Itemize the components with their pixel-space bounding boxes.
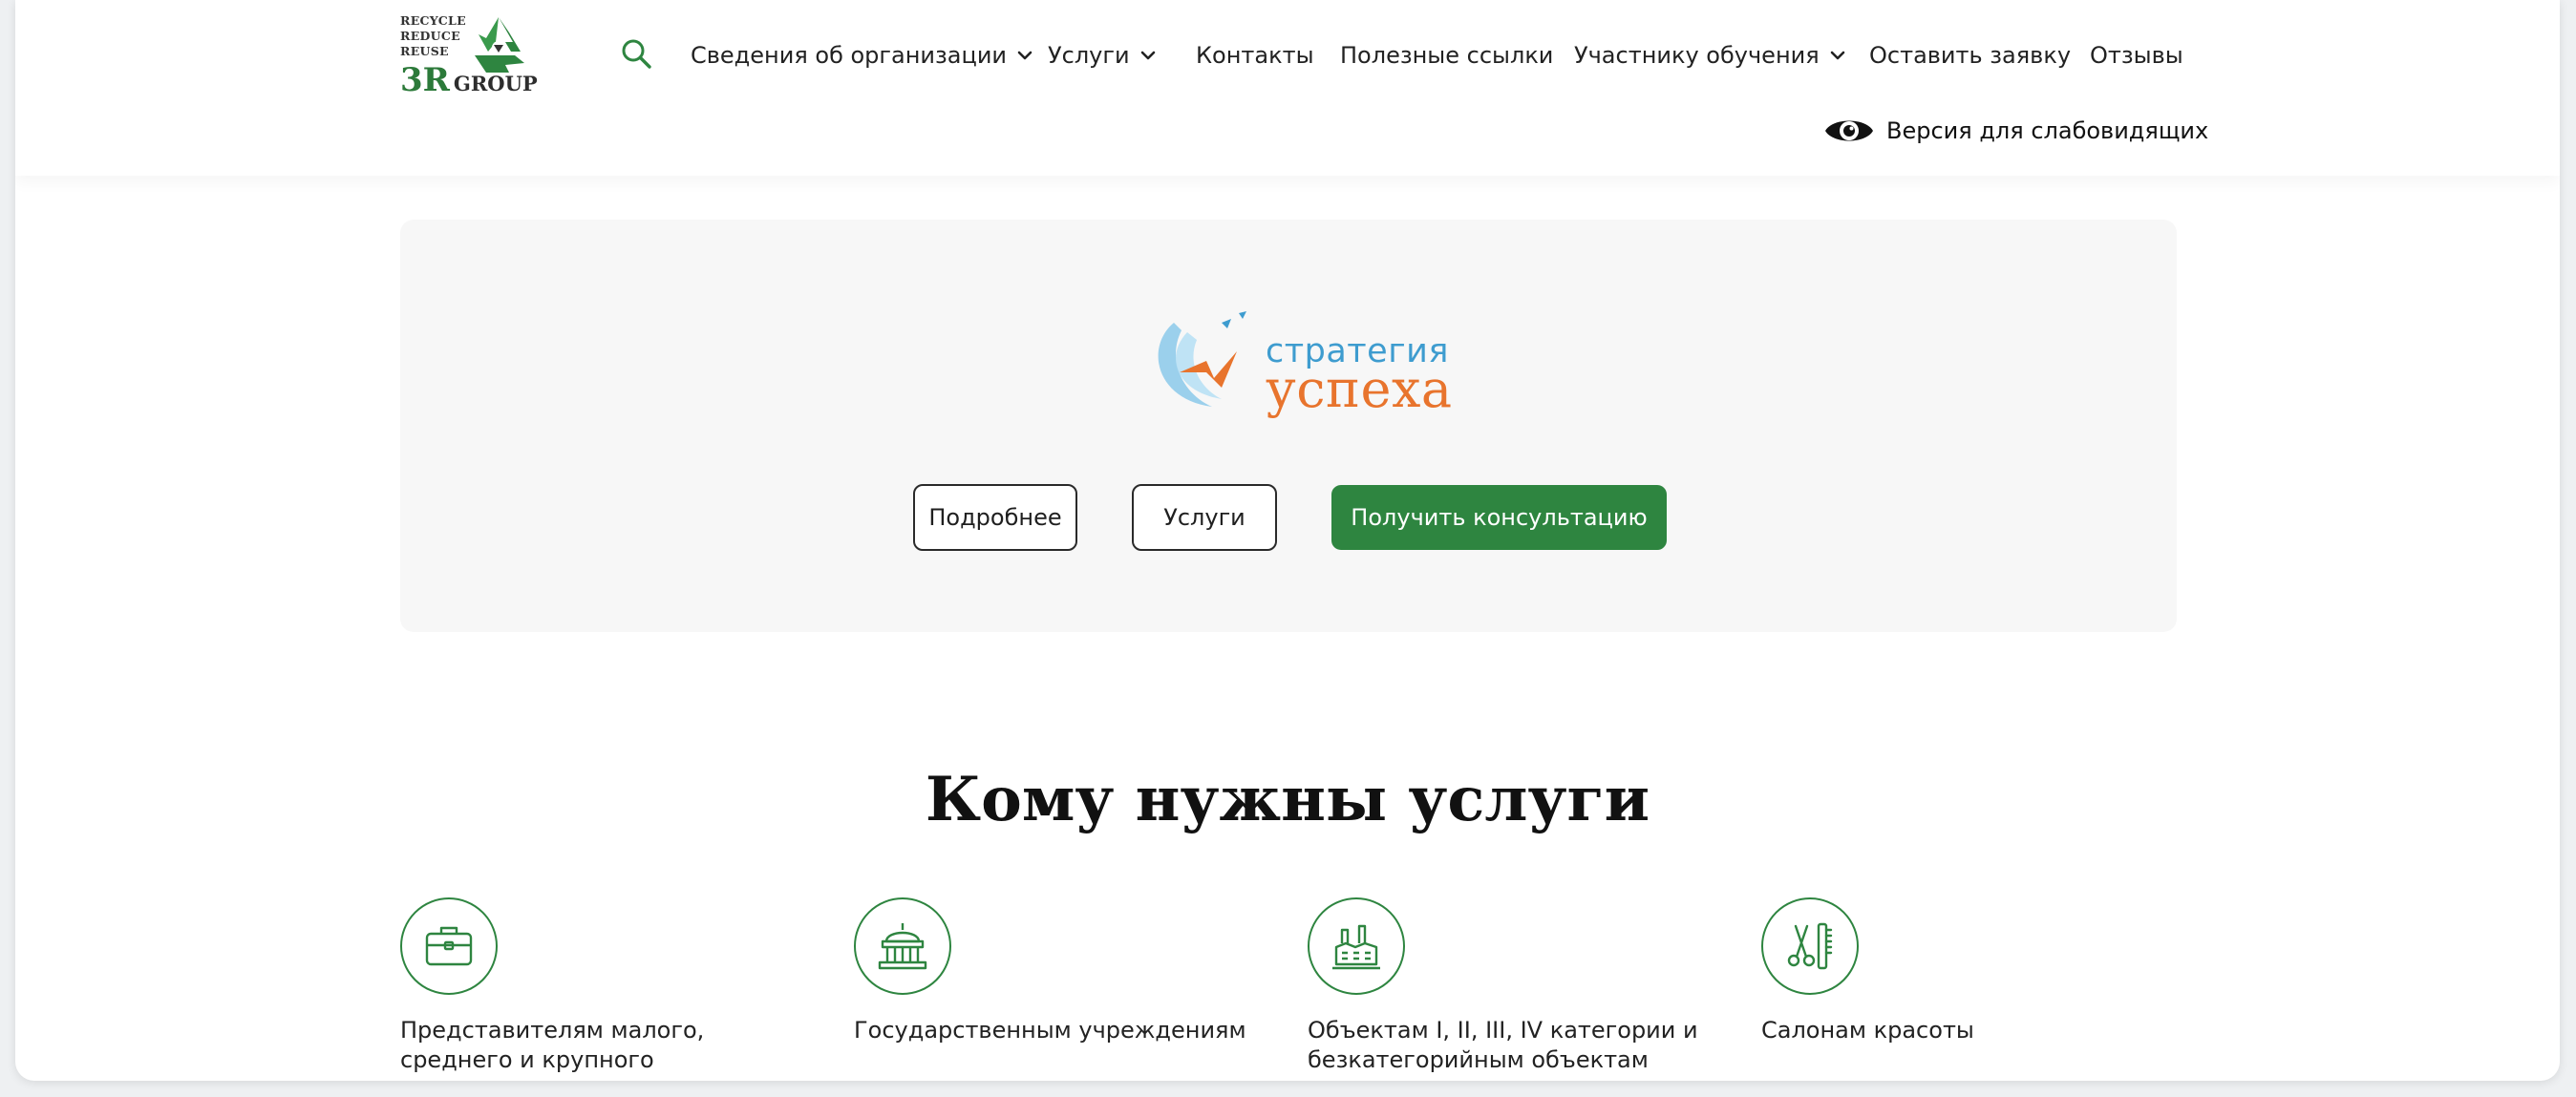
logo-3r: 3R: [400, 61, 450, 99]
audience-card-text: Представителям малого, среднего и крупно…: [400, 1017, 705, 1081]
nav-item-label: Сведения об организации: [691, 42, 1008, 69]
chevron-down-icon: [1017, 51, 1033, 60]
hero-banner: стратегия успеха Подробнее Услуги Получи…: [400, 220, 2177, 632]
nav-item-services[interactable]: Услуги: [1048, 38, 1157, 73]
nav-item-student[interactable]: Участнику обучения: [1574, 38, 1846, 73]
logo-text-stack: RECYCLE REDUCE REUSE: [400, 13, 466, 59]
audience-card-government: Государственным учреждениям: [854, 897, 1255, 1045]
page-frame: RECYCLE REDUCE REUSE 3R GROUP Сведения о…: [15, 0, 2560, 1081]
details-button[interactable]: Подробнее: [913, 484, 1077, 551]
search-icon[interactable]: [619, 36, 653, 71]
details-button-label: Подробнее: [928, 504, 1062, 531]
audience-card-text: Салонам красоты: [1761, 1017, 1974, 1044]
site-logo[interactable]: RECYCLE REDUCE REUSE 3R GROUP: [400, 13, 543, 101]
nav-item-request[interactable]: Оставить заявку: [1869, 38, 2071, 73]
eye-icon: [1825, 120, 1873, 141]
scissors-comb-icon: [1761, 897, 1859, 995]
audience-card-text: Объектам I, II, III, IV категории и безк…: [1308, 1017, 1698, 1073]
nav-item-useful-links[interactable]: Полезные ссылки: [1340, 38, 1553, 73]
briefcase-icon: [400, 897, 498, 995]
services-button[interactable]: Услуги: [1132, 484, 1277, 551]
logo-wordmark: 3R GROUP: [400, 61, 538, 99]
nav-item-label: Услуги: [1048, 42, 1130, 69]
brand-logo: стратегия успеха: [1145, 304, 1460, 419]
nav-item-reviews[interactable]: Отзывы: [2090, 38, 2183, 73]
logo-line-reuse: REUSE: [400, 44, 449, 58]
site-header: RECYCLE REDUCE REUSE 3R GROUP Сведения о…: [15, 0, 2560, 176]
audience-card-business: Представителям малого, среднего и крупно…: [400, 897, 801, 1081]
logo-line-recycle: RECYCLE: [400, 13, 466, 28]
audience-card-text: Государственным учреждениям: [854, 1017, 1246, 1044]
chevron-down-icon: [1830, 51, 1844, 60]
services-button-label: Услуги: [1163, 504, 1245, 531]
nav-item-contacts[interactable]: Контакты: [1196, 38, 1314, 73]
nav-item-label: Контакты: [1196, 42, 1314, 69]
audience-card-beauty: Салонам красоты: [1761, 897, 2162, 1045]
audience-card-objects: Объектам I, II, III, IV категории и безк…: [1308, 897, 1709, 1075]
factory-icon: [1308, 897, 1405, 995]
section-title: Кому нужны услуги: [925, 764, 1650, 835]
government-building-icon: [854, 897, 951, 995]
nav-item-about[interactable]: Сведения об организации: [691, 38, 1033, 73]
logo-group: GROUP: [453, 72, 538, 95]
accessibility-version-label: Версия для слабовидящих: [1886, 117, 2209, 144]
nav-item-label: Оставить заявку: [1869, 42, 2072, 69]
brand-text-bottom: успеха: [1266, 359, 1453, 419]
nav-item-label: Участнику обучения: [1574, 42, 1820, 69]
bird-wave-emblem: [1158, 311, 1246, 407]
accessibility-version-link[interactable]: Версия для слабовидящих: [1823, 111, 2208, 151]
nav-item-label: Отзывы: [2090, 42, 2183, 69]
nav-item-label: Полезные ссылки: [1340, 42, 1554, 69]
get-consultation-button[interactable]: Получить консультацию: [1331, 485, 1667, 550]
get-consultation-button-label: Получить консультацию: [1351, 504, 1648, 531]
logo-line-reduce: REDUCE: [400, 29, 460, 43]
chevron-down-icon: [1140, 51, 1155, 60]
